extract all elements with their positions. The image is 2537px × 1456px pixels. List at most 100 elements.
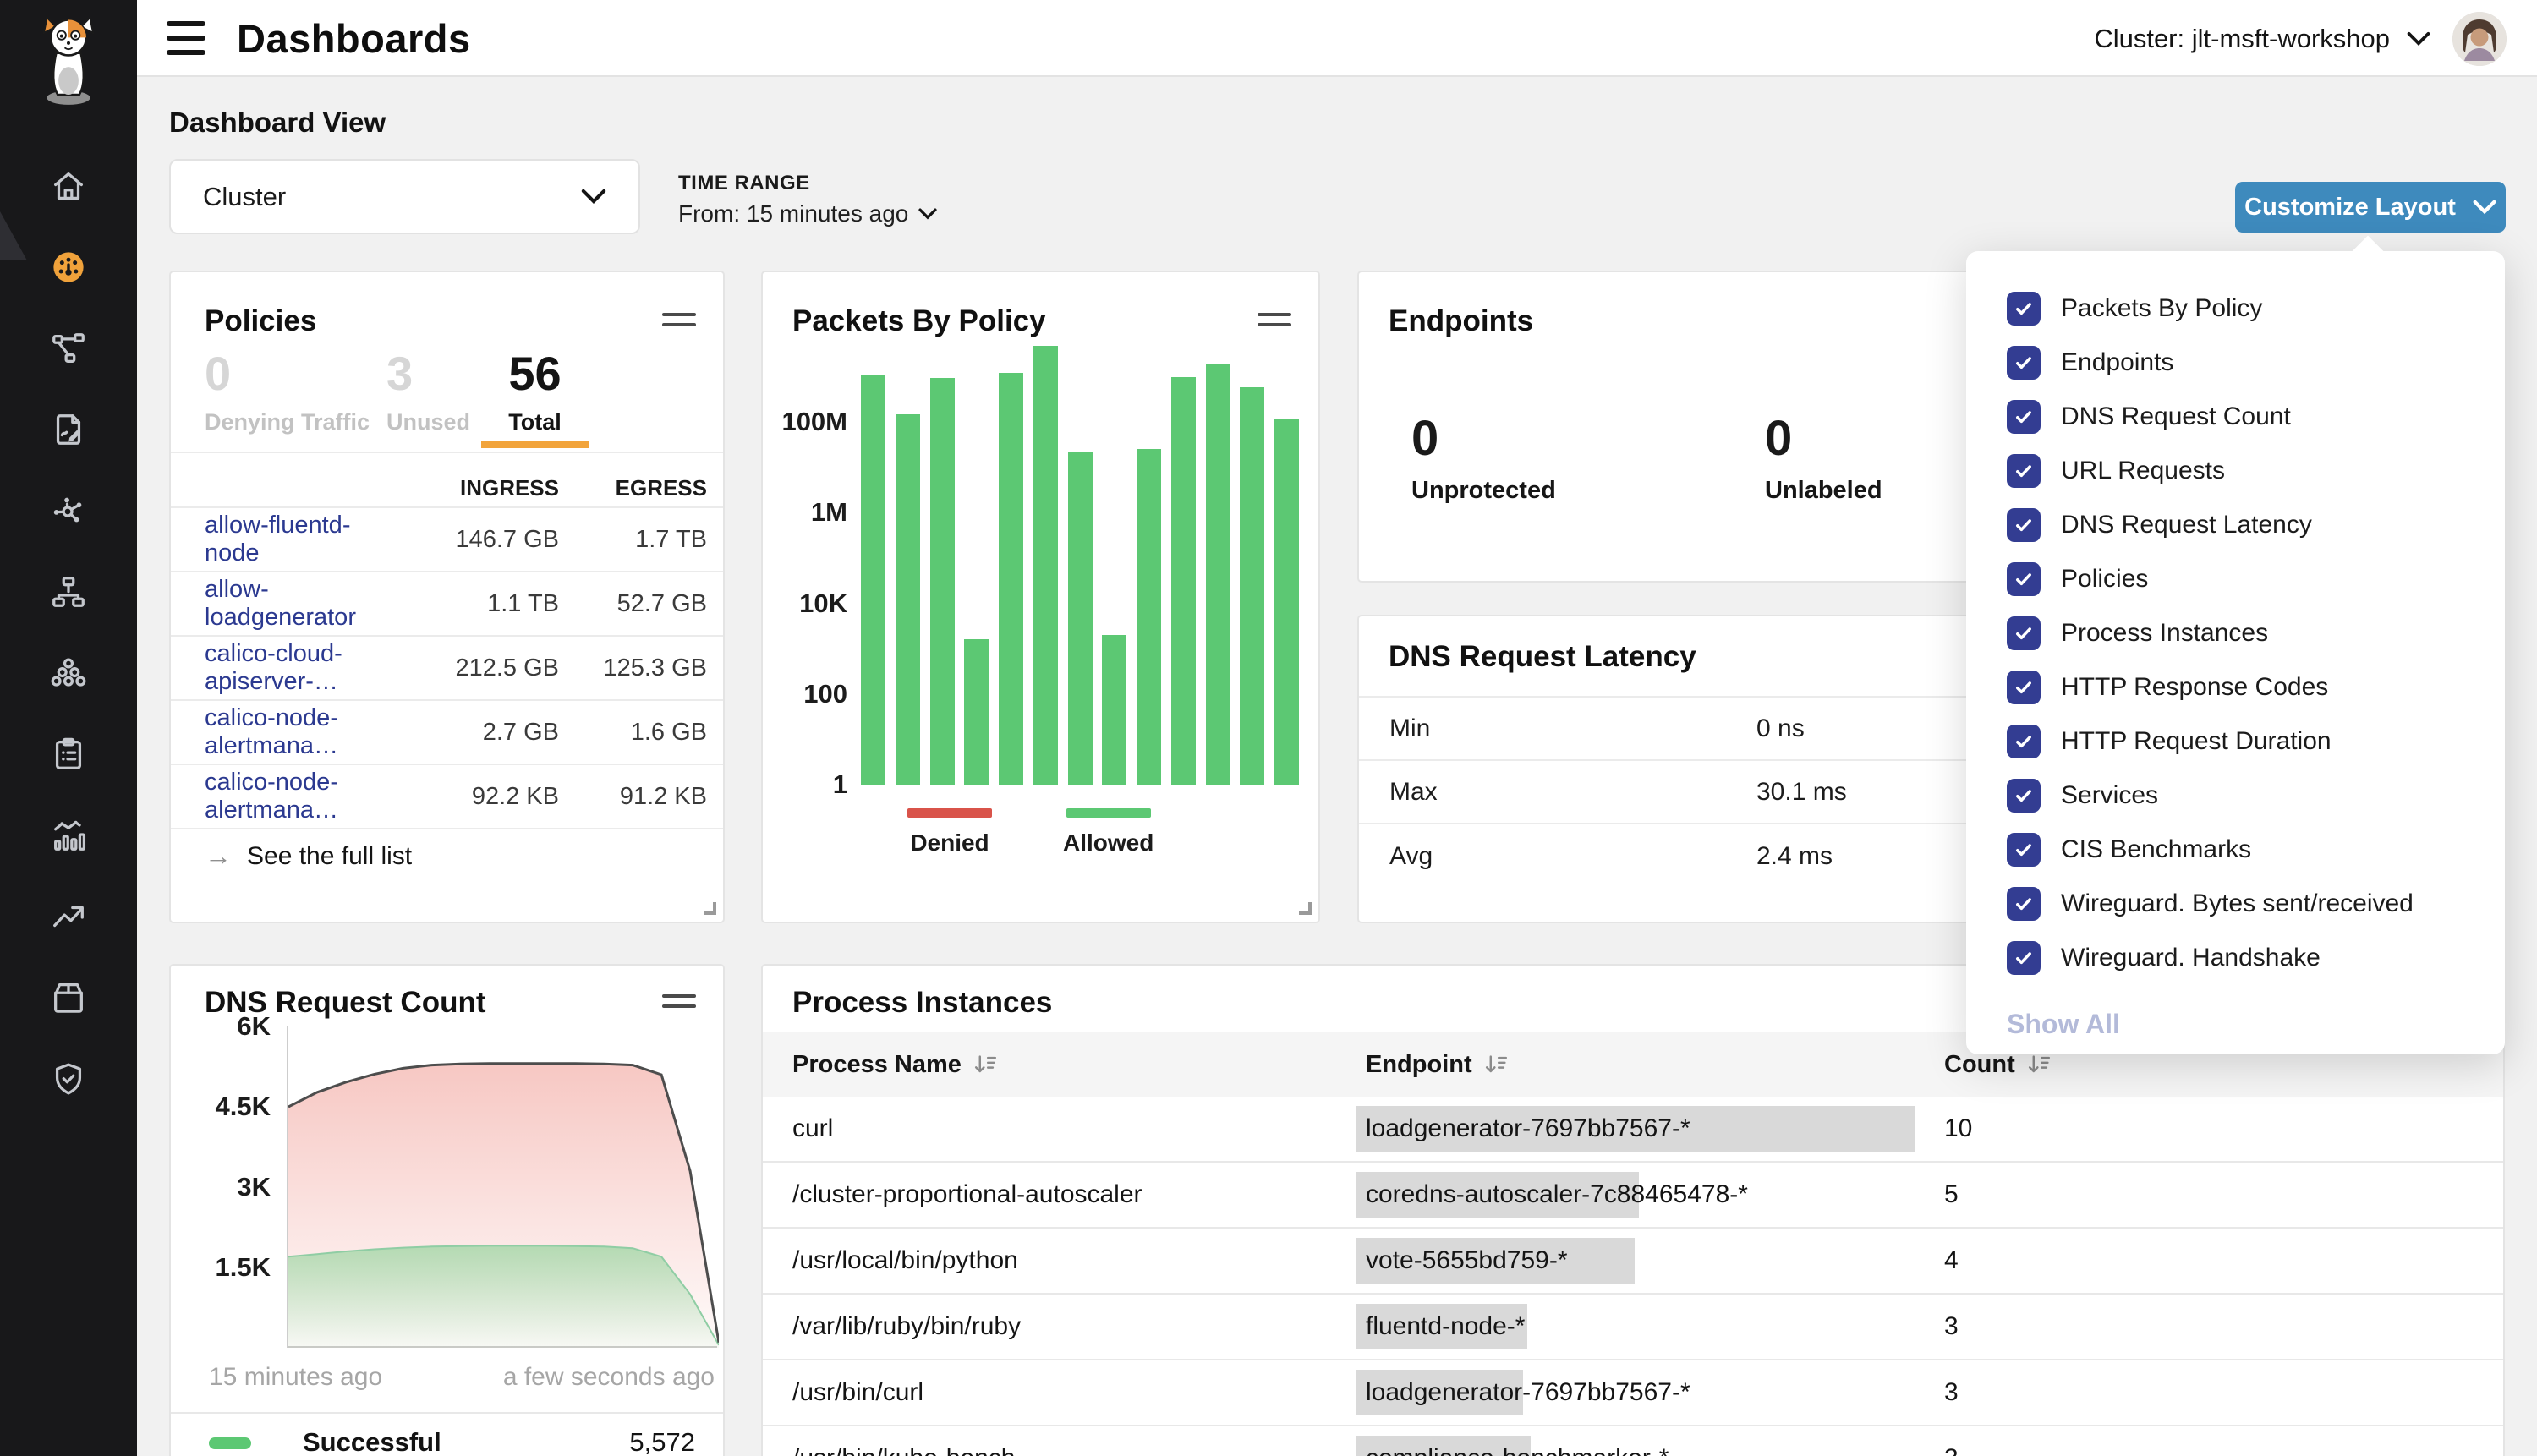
layout-menu-item[interactable]: DNS Request Latency xyxy=(2007,498,2505,552)
allowed-bar[interactable] xyxy=(1033,346,1058,785)
process-row: /usr/local/bin/python vote-5655bd759-* 4 xyxy=(763,1229,2503,1295)
layout-menu-item[interactable]: CIS Benchmarks xyxy=(2007,823,2505,877)
sidebar-item-service-graph[interactable] xyxy=(0,308,137,389)
active-tab-underline xyxy=(481,441,589,448)
calico-cat-logo[interactable] xyxy=(33,12,104,107)
checkbox-checked[interactable] xyxy=(2007,562,2041,596)
checkbox-checked[interactable] xyxy=(2007,941,2041,975)
dnscount-legend: Successful 5,572 xyxy=(171,1427,723,1456)
packets-y-axis: 110010K1M100M xyxy=(763,331,847,785)
allowed-bar[interactable] xyxy=(1240,387,1264,785)
sidebar-item-timeline[interactable] xyxy=(0,795,137,876)
layout-menu-item[interactable]: HTTP Response Codes xyxy=(2007,660,2505,714)
sort-icon xyxy=(2027,1054,2052,1076)
allowed-bar[interactable] xyxy=(1102,635,1126,785)
sidebar-item-nodes[interactable] xyxy=(0,632,137,714)
layout-menu-item[interactable]: Wireguard. Bytes sent/received xyxy=(2007,877,2505,931)
layout-menu-item[interactable]: HTTP Request Duration xyxy=(2007,714,2505,769)
dnscount-y-axis: 6K4.5K3K1.5K xyxy=(171,1026,271,1348)
policies-table-header: INGRESS EGRESS xyxy=(171,475,723,501)
menu-hamburger-icon[interactable] xyxy=(167,21,205,55)
layout-menu-item[interactable]: DNS Request Count xyxy=(2007,390,2505,444)
customize-layout-button[interactable]: Customize Layout xyxy=(2235,182,2506,233)
resize-handle[interactable] xyxy=(704,902,716,915)
sidebar-item-network-sets[interactable] xyxy=(0,551,137,632)
layout-menu-item[interactable]: Endpoints xyxy=(2007,336,2505,390)
checkbox-checked[interactable] xyxy=(2007,400,2041,434)
policy-link[interactable]: calico-cloud-apiserver-… xyxy=(205,640,403,696)
sidebar-item-connections[interactable] xyxy=(0,470,137,551)
checkbox-checked[interactable] xyxy=(2007,292,2041,326)
layout-menu-items: Packets By Policy Endpoints DNS Request … xyxy=(2007,282,2505,985)
drag-handle-icon[interactable] xyxy=(662,994,696,1008)
security-icon xyxy=(49,1059,88,1098)
layout-menu-item[interactable]: Wireguard. Handshake xyxy=(2007,931,2505,985)
policies-tab-total[interactable]: 56 Total xyxy=(481,350,589,435)
process-endpoint: coredns-autoscaler-7c88465478-* xyxy=(1366,1172,1944,1218)
legend-allowed[interactable]: Allowed xyxy=(1063,808,1153,857)
cluster-switcher[interactable]: Cluster: jlt-msft-workshop xyxy=(2094,24,2430,54)
user-avatar[interactable] xyxy=(2452,12,2507,66)
policy-row: calico-node-alertmana… 92.2 KB 91.2 KB xyxy=(171,765,723,829)
view-select-value: Cluster xyxy=(203,182,286,212)
column-endpoint[interactable]: Endpoint xyxy=(1366,1051,1944,1079)
legend-denied[interactable]: Denied xyxy=(907,808,992,857)
sidebar-item-home[interactable] xyxy=(0,145,137,227)
sidebar-item-policies[interactable] xyxy=(0,389,137,470)
allowed-bar[interactable] xyxy=(1206,364,1230,785)
timeline-icon xyxy=(49,816,88,855)
allowed-bar[interactable] xyxy=(1068,452,1093,785)
policies-tab-unused[interactable]: 3 Unused xyxy=(386,350,481,435)
checkbox-checked[interactable] xyxy=(2007,346,2041,380)
see-full-list-link[interactable]: → See the full list xyxy=(205,840,412,872)
process-name: /cluster-proportional-autoscaler xyxy=(792,1180,1366,1209)
time-range-value[interactable]: From: 15 minutes ago xyxy=(678,200,937,227)
policy-link[interactable]: calico-node-alertmana… xyxy=(205,769,403,824)
allowed-bar[interactable] xyxy=(930,378,955,785)
policies-tab-denying-traffic[interactable]: 0 Denying Traffic xyxy=(205,350,386,435)
checkbox-checked[interactable] xyxy=(2007,725,2041,758)
allowed-bar[interactable] xyxy=(964,639,989,785)
sort-icon xyxy=(973,1054,999,1076)
policy-link[interactable]: allow-loadgenerator xyxy=(205,576,403,632)
sidebar-item-compliance[interactable] xyxy=(0,714,137,795)
checkbox-checked[interactable] xyxy=(2007,616,2041,650)
allowed-bar[interactable] xyxy=(1171,377,1196,785)
checkbox-checked[interactable] xyxy=(2007,508,2041,542)
sidebar-item-threat-feeds[interactable] xyxy=(0,876,137,957)
layout-menu-item[interactable]: URL Requests xyxy=(2007,444,2505,498)
allowed-bar[interactable] xyxy=(999,373,1023,785)
sidebar-item-image-assurance[interactable] xyxy=(0,957,137,1038)
checkbox-checked[interactable] xyxy=(2007,779,2041,813)
drag-handle-icon[interactable] xyxy=(1258,313,1291,326)
checkbox-checked[interactable] xyxy=(2007,833,2041,867)
column-count[interactable]: Count xyxy=(1944,1051,2503,1079)
layout-menu-item[interactable]: Policies xyxy=(2007,552,2505,606)
allowed-bar[interactable] xyxy=(861,375,885,785)
layout-menu-item[interactable]: Process Instances xyxy=(2007,606,2505,660)
checkbox-checked[interactable] xyxy=(2007,887,2041,921)
checkbox-checked[interactable] xyxy=(2007,454,2041,488)
x-label-start: 15 minutes ago xyxy=(209,1363,382,1392)
resize-handle[interactable] xyxy=(1299,902,1312,915)
policy-link[interactable]: calico-node-alertmana… xyxy=(205,704,403,760)
arrow-right-icon: → xyxy=(205,840,232,872)
chevron-down-icon xyxy=(581,189,606,205)
layout-menu-item[interactable]: Services xyxy=(2007,769,2505,823)
allowed-bar[interactable] xyxy=(1274,419,1299,785)
dashboard-view-select[interactable]: Cluster xyxy=(169,159,640,234)
allowed-bar[interactable] xyxy=(896,414,920,785)
sidebar-item-dashboards[interactable] xyxy=(0,227,137,308)
policy-egress: 52.7 GB xyxy=(559,590,707,618)
policy-row: allow-loadgenerator 1.1 TB 52.7 GB xyxy=(171,572,723,637)
process-count: 3 xyxy=(1944,1312,2503,1341)
show-all-link[interactable]: Show All xyxy=(2007,1009,2505,1040)
y-tick-label: 10K xyxy=(799,588,847,619)
sidebar-item-security[interactable] xyxy=(0,1038,137,1119)
column-process-name[interactable]: Process Name xyxy=(792,1051,1366,1079)
y-tick-label: 3K xyxy=(237,1172,271,1202)
layout-menu-item[interactable]: Packets By Policy xyxy=(2007,282,2505,336)
allowed-bar[interactable] xyxy=(1137,449,1161,785)
checkbox-checked[interactable] xyxy=(2007,671,2041,704)
policy-link[interactable]: allow-fluentd-node xyxy=(205,512,403,567)
